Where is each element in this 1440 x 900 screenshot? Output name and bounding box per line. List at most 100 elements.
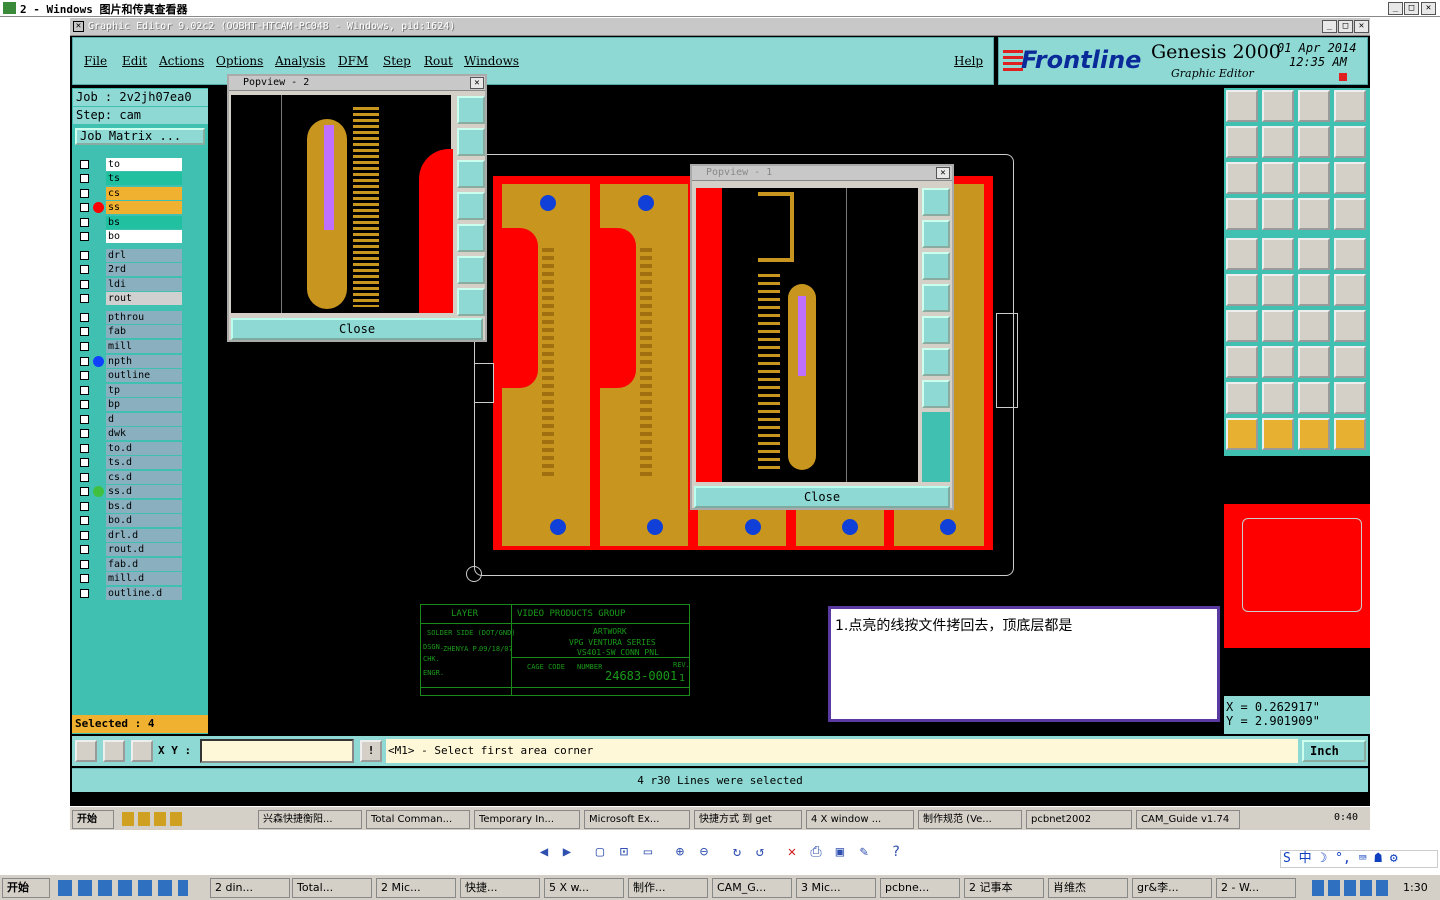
inner-task-button[interactable]: Total Comman... [366, 810, 470, 829]
app-close-icon[interactable]: ✕ [1354, 20, 1369, 33]
home-view-icon[interactable] [1298, 90, 1330, 122]
popview-2-close-button[interactable]: Close [231, 318, 483, 340]
layer-checkbox[interactable] [80, 294, 89, 303]
inner-quicklaunch-icon[interactable] [122, 812, 182, 826]
zoom-in-icon[interactable] [457, 256, 485, 284]
maximize-icon[interactable]: □ [1404, 2, 1419, 15]
center-icon[interactable] [1262, 162, 1294, 194]
layer-row-rout-d[interactable]: rout.d [76, 543, 182, 556]
add-pad-icon[interactable] [1334, 274, 1366, 306]
pan-left-icon[interactable] [457, 192, 485, 220]
edit-icon[interactable]: ✎ [856, 844, 872, 860]
save-icon[interactable]: ▣ [832, 844, 848, 860]
cross-icon[interactable] [1262, 274, 1294, 306]
zoom-out-icon[interactable]: ⊖ [696, 844, 712, 860]
layer-name[interactable]: npth [106, 355, 182, 368]
layer-name[interactable]: bs.d [106, 500, 182, 513]
layer-checkbox[interactable] [80, 313, 89, 322]
inner-task-button[interactable]: pcbnet2002 [1026, 810, 1132, 829]
layer-checkbox[interactable] [80, 473, 89, 482]
layer-row-ts-d[interactable]: ts.d [76, 456, 182, 469]
layer-row-bs[interactable]: bs [76, 216, 182, 229]
layer-name[interactable]: ldi [106, 278, 182, 291]
layer-row-to[interactable]: to [76, 158, 182, 171]
layer-row-ts[interactable]: ts [76, 172, 182, 185]
task-button[interactable]: Total... [292, 878, 372, 898]
task-button[interactable]: 肖维杰 [1048, 878, 1128, 898]
layer-name[interactable]: dwk [106, 427, 182, 440]
layer-name[interactable]: d [106, 413, 182, 426]
layer-checkbox[interactable] [80, 415, 89, 424]
task-button[interactable]: 2 记事本 [964, 878, 1044, 898]
task-button[interactable]: 制作... [628, 878, 708, 898]
inner-task-button[interactable]: Temporary In... [474, 810, 580, 829]
inner-task-button[interactable]: CAM_Guide v1.74 [1136, 810, 1240, 829]
layer-name[interactable]: ts [106, 172, 182, 185]
layer-name[interactable]: bp [106, 398, 182, 411]
snap-icon[interactable] [75, 740, 97, 762]
rotate-counterclockwise-icon[interactable]: ↺ [752, 844, 768, 860]
line-icon[interactable] [1262, 310, 1294, 342]
group-icon[interactable] [1334, 346, 1366, 378]
layer-checkbox[interactable] [80, 327, 89, 336]
drag-pointer-icon[interactable] [1334, 418, 1366, 450]
layer-row-mill-d[interactable]: mill.d [76, 572, 182, 585]
layer-checkbox[interactable] [80, 560, 89, 569]
layer-checkbox[interactable] [80, 251, 89, 260]
move-right-icon[interactable] [1262, 126, 1294, 158]
zoom-fit-icon[interactable] [457, 96, 485, 124]
layer-row-rout[interactable]: rout [76, 292, 182, 305]
pad-frame-icon[interactable] [1298, 346, 1330, 378]
pen-icon[interactable] [1226, 198, 1258, 230]
menu-windows[interactable]: Windows [464, 54, 519, 68]
connect-icon[interactable] [1226, 274, 1258, 306]
inner-task-button[interactable]: Microsoft Ex... [584, 810, 690, 829]
layer-checkbox[interactable] [80, 531, 89, 540]
layer-row-ss[interactable]: ss [76, 201, 182, 214]
layer-row-bs-d[interactable]: bs.d [76, 500, 182, 513]
app-maximize-icon[interactable]: □ [1338, 20, 1353, 33]
popview-2-close-icon[interactable]: ✕ [470, 77, 484, 89]
popview-1-scroll[interactable] [922, 412, 950, 482]
job-matrix-button[interactable]: Job Matrix ... [75, 128, 205, 145]
layer-name[interactable]: ss [106, 201, 182, 214]
layer-row-d[interactable]: d [76, 413, 182, 426]
pan-down-icon[interactable] [457, 160, 485, 188]
layer-name[interactable]: fab [106, 325, 182, 338]
layer-checkbox[interactable] [80, 265, 89, 274]
layer-row-npth[interactable]: npth [76, 355, 182, 368]
zoom-out-icon[interactable] [922, 380, 950, 408]
layer-name[interactable]: outline.d [106, 587, 182, 600]
layer-name[interactable]: ts.d [106, 456, 182, 469]
layer-row-cs[interactable]: cs [76, 187, 182, 200]
layer-checkbox[interactable] [80, 203, 89, 212]
layer-name[interactable]: mill.d [106, 572, 182, 585]
layer-row-outline[interactable]: outline [76, 369, 182, 382]
next-image-icon[interactable]: ▶ [559, 844, 575, 860]
layer-row-fab-d[interactable]: fab.d [76, 558, 182, 571]
task-button[interactable]: 2 - W... [1216, 878, 1296, 898]
task-button[interactable]: gr&李... [1132, 878, 1212, 898]
ime-toolbar[interactable]: S 中 ☽ °, ⌨ ☗ ⚙ [1280, 850, 1438, 868]
snap-icon[interactable] [1334, 126, 1366, 158]
layer-checkbox[interactable] [80, 218, 89, 227]
select-pad-icon[interactable] [1334, 238, 1366, 270]
pan-down-icon[interactable] [922, 252, 950, 280]
layer-row-bo[interactable]: bo [76, 230, 182, 243]
layer-row-bp[interactable]: bp [76, 398, 182, 411]
mini-map[interactable] [1224, 458, 1370, 694]
layer-name[interactable]: drl.d [106, 529, 182, 542]
flip-icon[interactable] [1334, 310, 1366, 342]
layer-name[interactable]: ss.d [106, 485, 182, 498]
layer-checkbox[interactable] [80, 280, 89, 289]
rotate-clockwise-icon[interactable]: ↻ [729, 844, 745, 860]
measure-icon[interactable] [103, 740, 125, 762]
popview-1-close-icon[interactable]: ✕ [936, 167, 950, 179]
task-button[interactable]: CAM_G... [712, 878, 792, 898]
menu-edit[interactable]: Edit [122, 54, 147, 68]
task-button[interactable]: 3 Mic... [796, 878, 876, 898]
layer-row-to-d[interactable]: to.d [76, 442, 182, 455]
query-icon[interactable] [1334, 162, 1366, 194]
move-pointer-icon[interactable] [1298, 418, 1330, 450]
layer-row-pthrou[interactable]: pthrou [76, 311, 182, 324]
